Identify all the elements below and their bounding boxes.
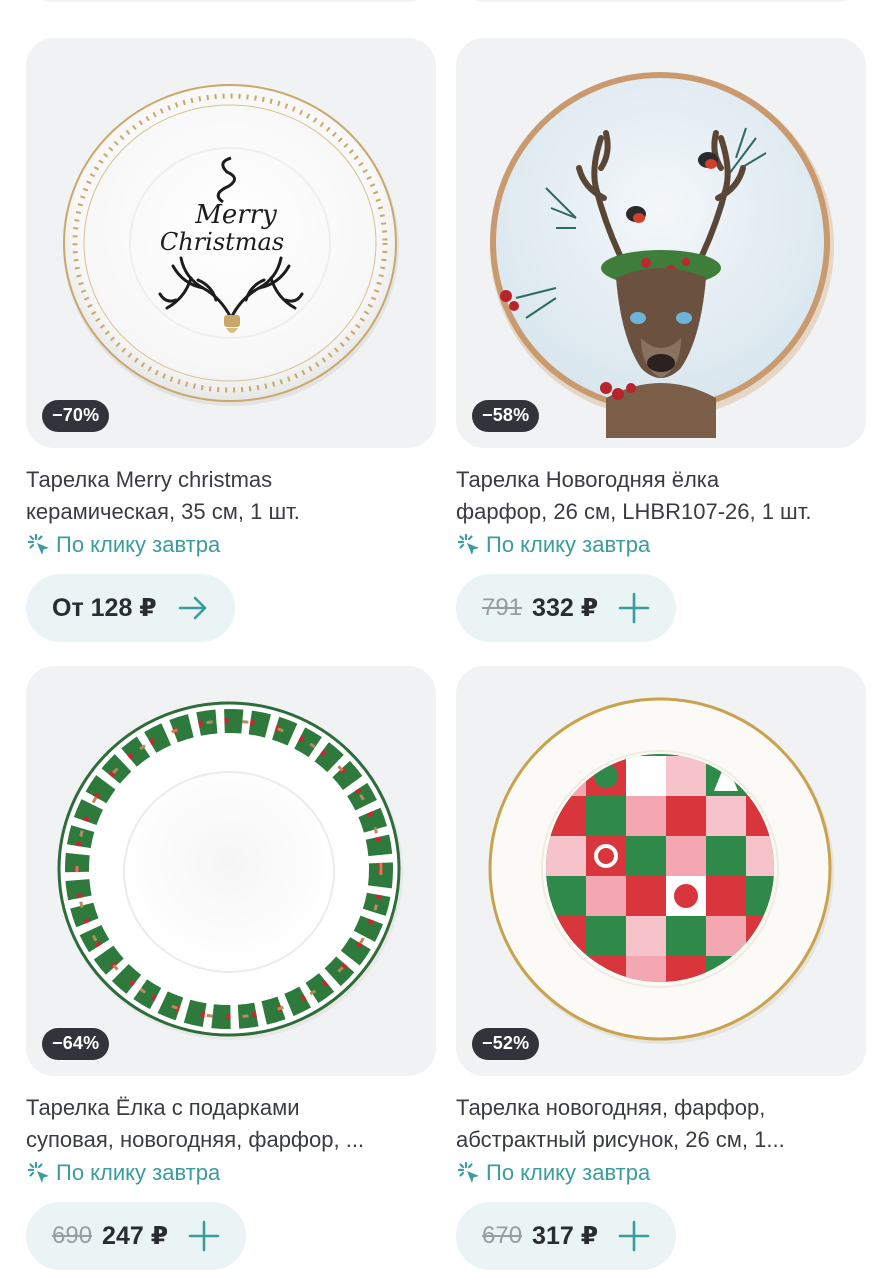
plus-icon <box>618 1220 650 1252</box>
plate-merry-christmas-image: Merry Christmas <box>63 84 399 406</box>
plus-icon <box>188 1220 220 1252</box>
old-price: 670 <box>482 1222 523 1249</box>
product-title[interactable]: Тарелка Merry christmas керамическая, 35… <box>26 464 436 528</box>
product-title-line: Тарелка Merry christmas <box>26 467 273 492</box>
price: 247 ₽ <box>102 1222 169 1250</box>
sparkle-click-icon <box>457 1161 479 1183</box>
price: От 128 ₽ <box>52 594 157 622</box>
plate-abstract-pattern-image <box>488 697 834 1044</box>
product-card[interactable]: −64% Тарелка Ёлка с подарками суповая, н… <box>26 666 436 1270</box>
old-price: 690 <box>52 1222 93 1249</box>
discount-badge: −58% <box>472 400 540 432</box>
add-to-cart-button[interactable]: 791 332 ₽ <box>456 574 677 642</box>
product-card[interactable]: Merry Christmas −70% Тарелка Merry chris… <box>26 38 436 642</box>
price: 317 ₽ <box>532 1222 599 1250</box>
price: 332 ₽ <box>532 594 599 622</box>
plate-text-merry: Merry <box>194 200 277 230</box>
sparkle-click-icon <box>27 1161 49 1183</box>
previous-card-bottom-left[interactable] <box>26 0 436 2</box>
product-image[interactable]: −52% <box>456 666 866 1076</box>
product-title-line: Тарелка Новогодняя ёлка <box>456 467 720 492</box>
discount-badge: −52% <box>472 1028 540 1060</box>
product-image[interactable]: Merry Christmas −70% <box>26 38 436 448</box>
add-to-cart-button[interactable]: 670 317 ₽ <box>456 1202 677 1270</box>
delivery-info: По клику завтра <box>456 530 866 560</box>
product-title-line: Тарелка Ёлка с подарками <box>26 1095 300 1120</box>
product-card[interactable]: −58% Тарелка Новогодняя ёлка фарфор, 26 … <box>456 38 866 642</box>
product-title-line: Тарелка новогодняя, фарфор, <box>456 1095 766 1120</box>
plus-icon <box>618 592 650 624</box>
sparkle-click-icon <box>27 533 49 555</box>
plate-deer-image <box>490 72 834 438</box>
discount-badge: −70% <box>42 400 110 432</box>
delivery-label: По клику завтра <box>56 532 221 557</box>
price-button[interactable]: От 128 ₽ <box>26 574 235 642</box>
delivery-label: По клику завтра <box>486 532 651 557</box>
product-title-line: фарфор, 26 см, LHBR107-26, 1 шт. <box>456 499 812 524</box>
product-title[interactable]: Тарелка Новогодняя ёлка фарфор, 26 см, L… <box>456 464 866 528</box>
add-to-cart-button[interactable]: 690 247 ₽ <box>26 1202 247 1270</box>
arrow-right-icon <box>178 596 206 620</box>
product-title-line: керамическая, 35 см, 1 шт. <box>26 499 300 524</box>
plate-holly-wreath-image <box>57 701 403 1040</box>
delivery-label: По клику завтра <box>486 1160 651 1185</box>
discount-badge: −64% <box>42 1028 110 1060</box>
product-image[interactable]: −64% <box>26 666 436 1076</box>
product-title[interactable]: Тарелка Ёлка с подарками суповая, нового… <box>26 1092 436 1156</box>
delivery-label: По клику завтра <box>56 1160 221 1185</box>
product-title-line: суповая, новогодняя, фарфор, ... <box>26 1127 365 1152</box>
old-price: 791 <box>482 594 523 621</box>
delivery-info: По клику завтра <box>26 530 436 560</box>
delivery-info: По клику завтра <box>456 1158 866 1188</box>
delivery-info: По клику завтра <box>26 1158 436 1188</box>
plate-text-christmas: Christmas <box>160 228 284 256</box>
product-title-line: абстрактный рисунок, 26 см, 1... <box>456 1127 785 1152</box>
product-grid: Merry Christmas −70% Тарелка Merry chris… <box>0 0 892 1280</box>
product-image[interactable]: −58% <box>456 38 866 448</box>
product-title[interactable]: Тарелка новогодняя, фарфор, абстрактный … <box>456 1092 866 1156</box>
sparkle-click-icon <box>457 533 479 555</box>
previous-card-bottom-right[interactable] <box>456 0 866 2</box>
product-card[interactable]: −52% Тарелка новогодняя, фарфор, абстрак… <box>456 666 866 1270</box>
